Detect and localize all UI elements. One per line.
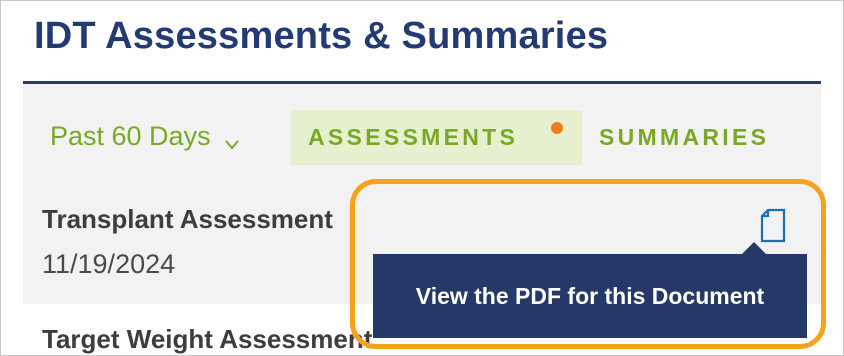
pdf-tooltip: View the PDF for this Document <box>373 254 807 338</box>
tab-assessments-label: ASSESSMENTS <box>308 124 519 150</box>
view-pdf-button[interactable] <box>758 205 788 245</box>
notification-dot <box>551 122 563 134</box>
chevron-down-icon <box>224 126 239 150</box>
tooltip-text: View the PDF for this Document <box>415 282 765 309</box>
date-range-label: Past 60 Days <box>50 120 211 151</box>
assessment-date: 11/19/2024 <box>42 249 176 279</box>
document-icon <box>760 208 786 243</box>
tab-assessments[interactable]: ASSESSMENTS <box>291 110 582 165</box>
tab-summaries[interactable]: SUMMARIES <box>599 110 819 165</box>
date-range-dropdown[interactable]: Past 60 Days <box>50 118 239 154</box>
assessment-title: Transplant Assessment <box>42 204 333 234</box>
tab-summaries-label: SUMMARIES <box>599 124 770 150</box>
assessment-title: Target Weight Assessment <box>42 324 373 354</box>
filter-bar: Past 60 Days ASSESSMENTS SUMMARIES <box>23 84 821 192</box>
page-title: IDT Assessments & Summaries <box>34 15 609 57</box>
idt-card: IDT Assessments & Summaries Past 60 Days… <box>0 0 844 356</box>
